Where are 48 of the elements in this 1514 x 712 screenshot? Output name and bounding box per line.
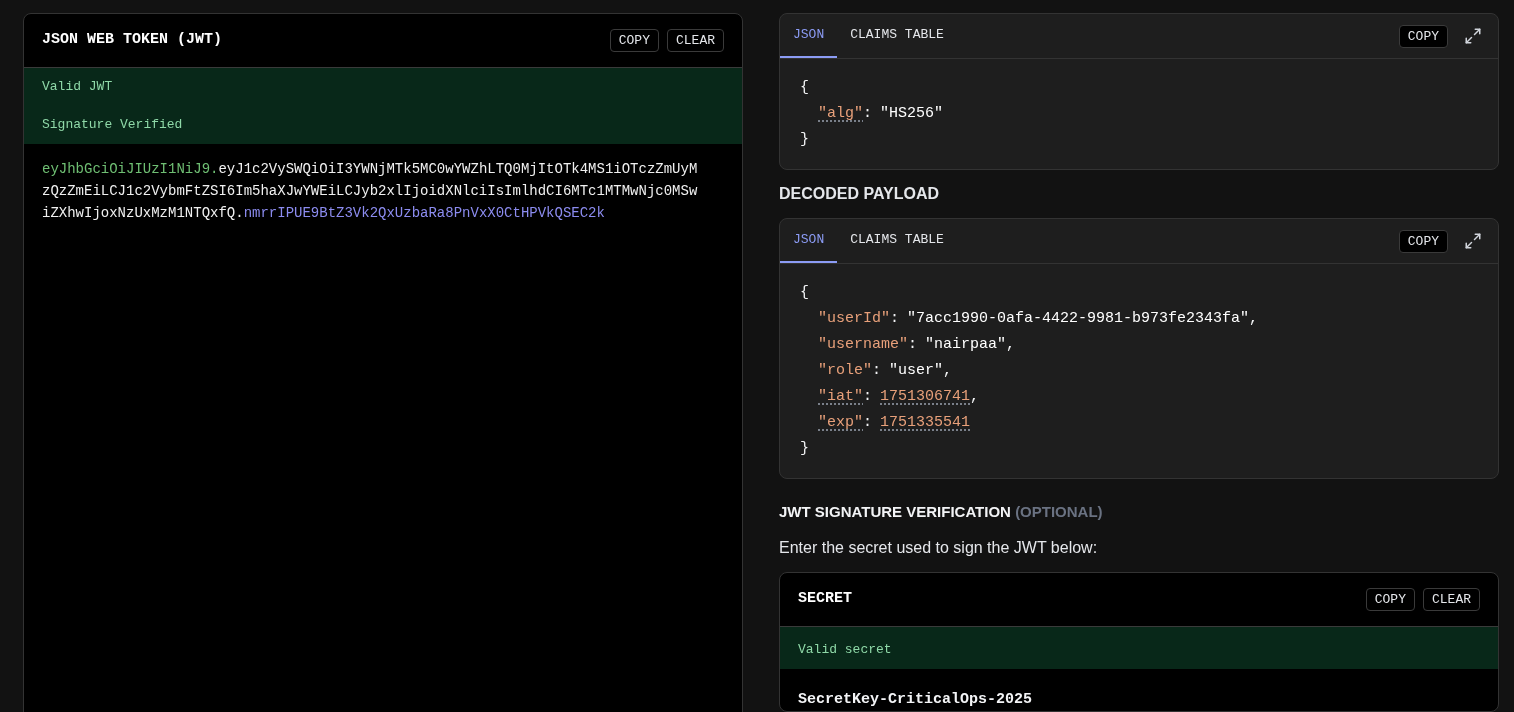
- panel-title: JSON WEB TOKEN (JWT): [42, 30, 223, 51]
- claim-key: "userId": [818, 306, 890, 332]
- claim-key: "role": [818, 358, 872, 384]
- comma: ,: [1006, 335, 1016, 355]
- copy-button[interactable]: COPY: [1365, 587, 1415, 611]
- copy-button[interactable]: COPY: [609, 29, 659, 52]
- description-text: Enter the secret used to sign the JWT below:: [779, 537, 1099, 558]
- claim-key: "exp": [818, 410, 863, 436]
- colon: :: [890, 309, 900, 329]
- copy-button[interactable]: COPY: [1398, 24, 1448, 48]
- colon: :: [863, 413, 873, 433]
- json-brace: }: [800, 130, 809, 150]
- colon: :: [863, 104, 873, 124]
- tab[interactable]: JSON: [780, 14, 838, 58]
- claim-value: "user": [889, 361, 944, 381]
- status-text: Valid JWT: [42, 78, 113, 96]
- claim-key: "alg": [818, 101, 863, 127]
- expand-icon[interactable]: [1464, 27, 1482, 45]
- claim-value: 1751306741: [880, 387, 971, 407]
- panel-title: SECRET: [798, 588, 852, 609]
- claim-value: 1751335541: [880, 413, 971, 433]
- tab[interactable]: JSON: [780, 219, 838, 263]
- status-text: Signature Verified: [42, 116, 183, 134]
- comma: ,: [970, 387, 980, 407]
- comma: ,: [1249, 309, 1259, 329]
- colon: :: [908, 335, 918, 355]
- clear-button[interactable]: CLEAR: [1423, 587, 1480, 611]
- section-heading: DECODED PAYLOAD: [779, 184, 941, 204]
- copy-button[interactable]: COPY: [1398, 229, 1448, 253]
- colon: :: [863, 387, 873, 407]
- secret-field[interactable]: SecretKey-CriticalOps-2025: [780, 668, 1498, 711]
- clear-button[interactable]: CLEAR: [667, 29, 724, 52]
- section-heading: JWT SIGNATURE VERIFICATION (OPTIONAL): [779, 502, 1103, 522]
- json-brace: }: [800, 439, 809, 459]
- expand-icon[interactable]: [1464, 232, 1482, 250]
- claim-value: "nairpaa": [925, 335, 1007, 355]
- comma: ,: [943, 361, 953, 381]
- tab[interactable]: CLAIMS TABLE: [837, 14, 957, 58]
- tab[interactable]: CLAIMS TABLE: [837, 219, 957, 263]
- claim-value: "7acc1990-0afa-4422-9981-b973fe2343fa": [907, 309, 1250, 329]
- token-text: eyJhbGciOiJIUzI1NiJ9.eyJ1c2VySWQiOiI3YWNjMTk5MC0wYWZhLTQ0MjItOTk4MS1iOTczZmUyMzQzZmEiLCJ1c2VybmFtZSI6Im5haXJwYWEiLCJyb2xlIjoidXNlciIsImlhdCI6MTc1MTMwNjc0MSwiZXhwIjoxNzUxMzM1NTQxfQ.nmrrIPUE9BtZ3Vk2QxUzbaRa8PnVxX0CtHPVkQSEC2k: [42, 160, 699, 223]
- json-brace: {: [800, 78, 809, 98]
- claim-value: "HS256": [880, 104, 944, 124]
- json-brace: {: [800, 283, 809, 303]
- status-text: Valid secret: [798, 641, 892, 657]
- colon: :: [872, 361, 882, 381]
- claim-key: "username": [818, 332, 908, 358]
- claim-key: "iat": [818, 384, 863, 410]
